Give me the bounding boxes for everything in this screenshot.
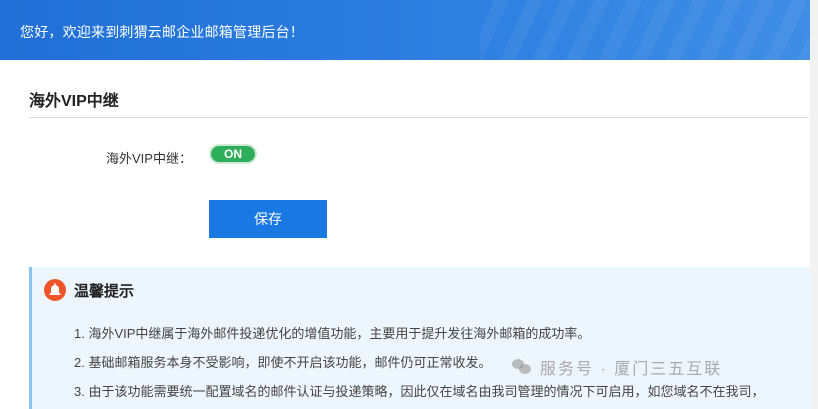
- vip-relay-toggle[interactable]: ON: [209, 144, 257, 164]
- page-title: 海外VIP中继: [29, 93, 119, 110]
- welcome-banner: 您好，欢迎来到刺猬云邮企业邮箱管理后台！: [0, 0, 810, 60]
- tips-list: 1. 海外VIP中继属于海外邮件投递优化的增值功能，主要用于提升发往海外邮箱的成…: [74, 319, 764, 406]
- tips-title: 温馨提示: [74, 282, 135, 300]
- bell-icon: [44, 279, 66, 301]
- welcome-text: 您好，欢迎来到刺猬云邮企业邮箱管理后台！: [20, 24, 304, 40]
- main-panel: 海外VIP中继 海外VIP中继： ON 保存 温馨提示 1. 海外VIP中继属于…: [16, 60, 810, 409]
- tips-box: 温馨提示 1. 海外VIP中继属于海外邮件投递优化的增值功能，主要用于提升发往海…: [29, 267, 810, 409]
- page-edge: [810, 0, 818, 409]
- tip-item: 1. 海外VIP中继属于海外邮件投递优化的增值功能，主要用于提升发往海外邮箱的成…: [74, 326, 591, 341]
- tip-item: 3. 由于该功能需要统一配置域名的邮件认证与投递策略，因此仅在域名由我司管理的情…: [74, 384, 765, 399]
- banner-decoration: [480, 0, 810, 60]
- toggle-state-text: ON: [224, 147, 242, 161]
- vip-relay-label: 海外VIP中继：: [106, 151, 192, 166]
- save-button[interactable]: 保存: [209, 200, 327, 238]
- tip-item: 2. 基础邮箱服务本身不受影响，即使不开启该功能，邮件仍可正常收发。: [74, 355, 492, 370]
- title-divider: [29, 117, 809, 118]
- tips-header: 温馨提示: [44, 279, 134, 301]
